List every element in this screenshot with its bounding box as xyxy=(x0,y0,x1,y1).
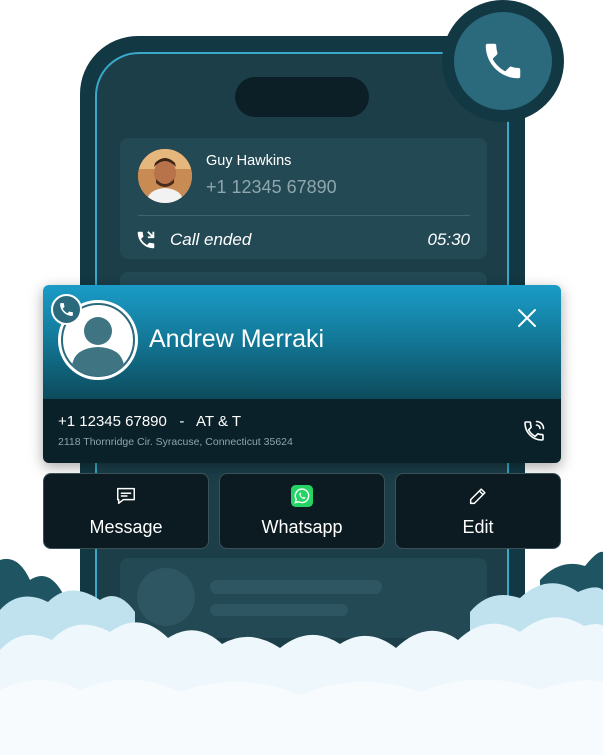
caller-phone-carrier: +1 12345 67890 - AT & T xyxy=(58,413,242,430)
close-icon[interactable] xyxy=(515,306,539,330)
avatar xyxy=(138,149,192,203)
phone-icon xyxy=(485,43,521,79)
call-button[interactable] xyxy=(454,12,552,110)
phone-call-icon[interactable] xyxy=(522,419,546,443)
whatsapp-button[interactable]: Whatsapp xyxy=(219,473,385,549)
whatsapp-icon xyxy=(291,484,313,507)
caller-details xyxy=(43,399,561,463)
caller-name: Andrew Merraki xyxy=(149,325,325,353)
contact-name: Guy Hawkins xyxy=(206,153,292,169)
call-duration: 05:30 xyxy=(427,230,470,249)
edit-button[interactable]: Edit xyxy=(395,473,561,549)
call-status: Call ended xyxy=(170,230,252,249)
contact-phone: +1 12345 67890 xyxy=(206,177,337,197)
phone-notch xyxy=(235,77,369,117)
clouds-illustration xyxy=(0,551,603,755)
divider xyxy=(138,215,470,216)
caller-address: 2118 Thornridge Cir. Syracuse, Connectic… xyxy=(58,436,293,448)
pencil-icon xyxy=(467,485,489,507)
message-label: Message xyxy=(89,516,163,537)
phone-icon xyxy=(51,294,82,325)
edit-label: Edit xyxy=(462,516,494,537)
message-button[interactable]: Message xyxy=(43,473,209,549)
whatsapp-label: Whatsapp xyxy=(261,516,343,537)
missed-call-icon xyxy=(135,229,157,251)
message-icon xyxy=(115,485,137,507)
